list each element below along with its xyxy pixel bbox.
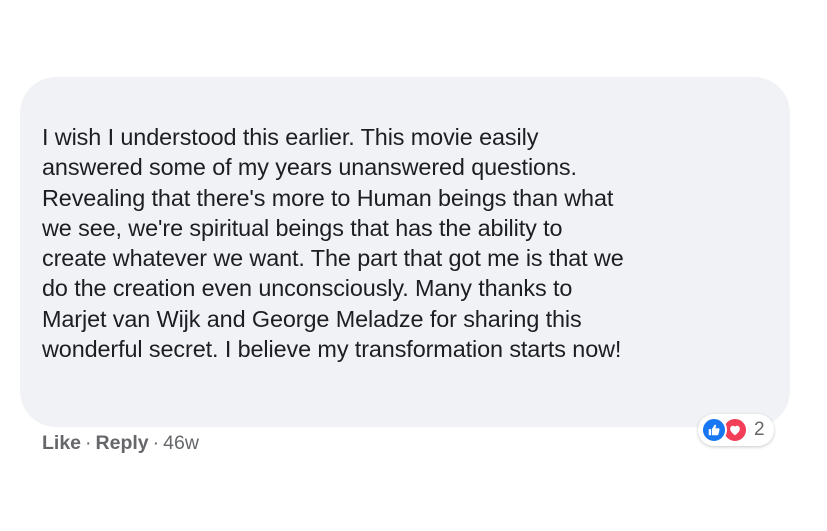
comment-line: answered some of my years unanswered que…	[42, 154, 577, 181]
like-icon	[701, 417, 727, 443]
comment-line: Marjet van Wijk and George Meladze for s…	[42, 305, 582, 332]
timestamp-link[interactable]: 46w	[163, 432, 199, 455]
comment-line: I wish I understood this earlier. This m…	[42, 124, 539, 150]
separator: ·	[152, 432, 160, 454]
comment-line: we see, we're spiritual beings that has …	[42, 214, 563, 241]
comment-actions: Like · Reply · 46w	[42, 432, 199, 455]
comment-bubble: I wish I understood this earlier. This m…	[20, 77, 790, 427]
comment-line: create whatever we want. The part that g…	[42, 245, 624, 272]
separator: ·	[85, 432, 92, 454]
reaction-count: 2	[754, 419, 765, 440]
comment-line: wonderful secret. I believe my transform…	[42, 336, 622, 363]
comment-line: Revealing that there's more to Human bei…	[42, 184, 614, 211]
like-link[interactable]: Like	[42, 432, 81, 455]
comment-line: do the creation even unconsciously. Many…	[42, 275, 573, 302]
reply-link[interactable]: Reply	[96, 432, 149, 455]
reactions-summary[interactable]: 2	[698, 414, 774, 446]
comment-text: I wish I understood this earlier. This m…	[42, 122, 766, 364]
